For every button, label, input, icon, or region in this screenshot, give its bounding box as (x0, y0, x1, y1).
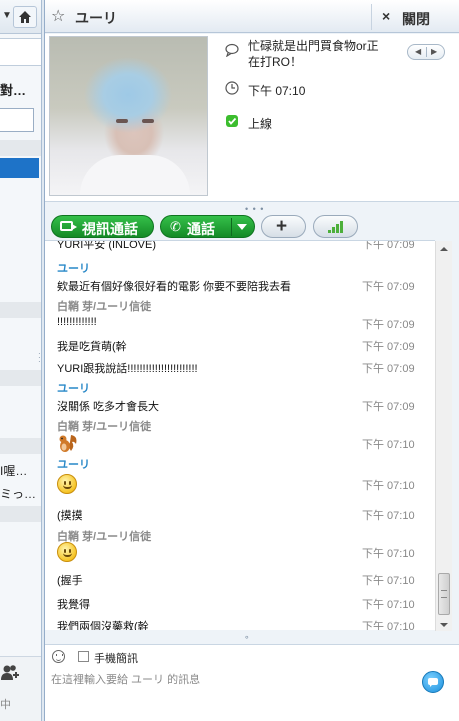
speech-bubble-icon (225, 43, 239, 57)
chat-message: 沒關係 吃多才會長大 (57, 401, 160, 413)
message-timestamp: 下午 07:10 (362, 480, 415, 492)
close-button[interactable]: × 關閉 (371, 4, 459, 30)
chat-message: (握手 (57, 575, 83, 587)
message-timestamp: 下午 07:10 (362, 621, 415, 630)
smile-icon (57, 542, 77, 562)
online-status-icon (226, 115, 238, 127)
chat-message: YURI跟我說話!!!!!!!!!!!!!!!!!!!!!!! (57, 363, 198, 375)
sms-checkbox[interactable] (78, 651, 89, 662)
signal-bars-icon (328, 221, 343, 233)
group-header[interactable] (0, 140, 41, 156)
group-header[interactable] (0, 506, 41, 522)
star-icon[interactable]: ☆ (51, 6, 65, 26)
sms-label: 手機簡訊 (94, 653, 138, 665)
add-button[interactable]: + (261, 215, 306, 238)
message-timestamp: 下午 07:09 (362, 281, 415, 293)
chevron-down-icon[interactable] (237, 224, 247, 230)
resize-grip[interactable]: ∘ (244, 632, 250, 643)
scroll-thumb[interactable] (438, 573, 450, 615)
send-message-icon[interactable] (422, 671, 444, 693)
chat-header: ☆ ユーリ × 關閉 (45, 0, 459, 33)
call-quality-button[interactable] (313, 215, 358, 238)
message-timestamp: 下午 07:10 (362, 599, 415, 611)
local-time: 下午 07:10 (248, 84, 306, 98)
message-timestamp: 下午 07:09 (362, 401, 415, 413)
sender-name[interactable]: ユーリ (57, 380, 90, 396)
chat-message: 我是吃貨萌(幹 (57, 341, 127, 353)
call-label: 通話 (187, 221, 215, 237)
scroll-down-icon[interactable] (440, 623, 448, 627)
clock-icon (225, 81, 239, 95)
phone-icon: ✆ (170, 219, 181, 234)
plus-icon: + (276, 216, 288, 237)
contact-row-text[interactable]: ミっ… (0, 485, 36, 502)
close-icon: × (382, 8, 391, 24)
avatar[interactable] (49, 36, 208, 196)
home-button[interactable] (13, 6, 37, 28)
emoticon-picker-icon[interactable] (52, 650, 65, 663)
message-timestamp: 下午 07:09 (362, 363, 415, 375)
sender-name[interactable]: ユーリ (57, 260, 90, 276)
message-timestamp: 下午 07:09 (362, 319, 415, 331)
scroll-up-icon[interactable] (440, 247, 448, 251)
squirrel-icon (59, 435, 77, 452)
online-status: 上線 (248, 117, 273, 131)
chat-message: !!!!!!!!!!!!! (57, 316, 97, 328)
arrow-left-icon[interactable]: ◀ (415, 47, 421, 56)
call-button[interactable]: ✆ 通話 (160, 215, 255, 238)
splitter-grip[interactable]: · · · (38, 350, 41, 366)
arrow-right-icon[interactable]: ▶ (431, 47, 437, 56)
video-call-button[interactable]: 視訊通話 (51, 215, 154, 238)
chat-scrollbar[interactable] (435, 241, 452, 631)
chat-message: 我覺得 (57, 599, 90, 611)
mood-message: 忙碌就是出門買食物or正在打RO！ (248, 39, 379, 69)
message-timestamp: 下午 07:09 (362, 240, 415, 251)
message-timestamp: 下午 07:10 (362, 548, 415, 560)
mood-nav[interactable]: ◀ ▶ (407, 44, 445, 60)
contact-profile: 忙碌就是出門買食物or正在打RO！ ◀ ▶ 下午 07:10 上線 (45, 34, 459, 202)
sender-name[interactable]: 白鞘 芽/ユーリ信徒 (57, 298, 151, 314)
sender-name[interactable]: 白鞘 芽/ユーリ信徒 (57, 528, 151, 544)
chat-message: 欸最近有個好像很好看的電影 你要不要陪我去看 (57, 281, 292, 293)
video-camera-icon (60, 221, 77, 231)
smile-icon (57, 474, 77, 494)
call-toolbar: 視訊通話 ✆ 通話 + (45, 212, 459, 240)
close-label: 關閉 (402, 11, 430, 27)
add-contact-icon[interactable] (0, 664, 20, 682)
home-icon (19, 11, 31, 23)
chevron-down-icon[interactable]: ▼ (2, 10, 12, 21)
message-timestamp: 下午 07:10 (362, 439, 415, 451)
video-call-label: 視訊通話 (82, 221, 138, 237)
sidebar-search-input[interactable] (0, 108, 34, 132)
message-timestamp: 下午 07:10 (362, 510, 415, 522)
group-header[interactable] (0, 438, 41, 454)
message-timestamp: 下午 07:10 (362, 575, 415, 587)
chat-message: (摸摸 (57, 510, 83, 522)
chat-message: YURI平安 (INLOVE) (57, 240, 157, 251)
message-input[interactable] (51, 671, 411, 689)
contact-name: ユーリ (75, 10, 117, 26)
sidebar-title: 對… (0, 83, 27, 98)
group-header[interactable] (0, 302, 41, 318)
sidebar-toolbar: ▼ (0, 0, 41, 34)
sender-name[interactable]: ユーリ (57, 456, 90, 472)
message-timestamp: 下午 07:09 (362, 341, 415, 353)
message-compose-area: 手機簡訊 (45, 644, 459, 721)
contact-row-text[interactable]: I喔… (0, 462, 27, 479)
group-header[interactable] (0, 370, 41, 386)
sidebar-status-text: 中 (0, 699, 11, 711)
chat-message: 我們兩個沒藥救(幹 (57, 621, 149, 630)
sidebar-panel[interactable] (0, 38, 41, 66)
contacts-sidebar: ▼ 對… I喔… ミっ… 中 (0, 0, 42, 721)
chat-window: ☆ ユーリ × 關閉 忙碌就是出門買食物or正在打RO！ ◀ ▶ 下午 07:1… (44, 0, 459, 721)
selected-contact-row[interactable] (0, 158, 39, 178)
chat-history[interactable]: YURI平安 (INLOVE) 下午 07:09 ユーリ欸最近有個好像很好看的電… (45, 240, 435, 630)
